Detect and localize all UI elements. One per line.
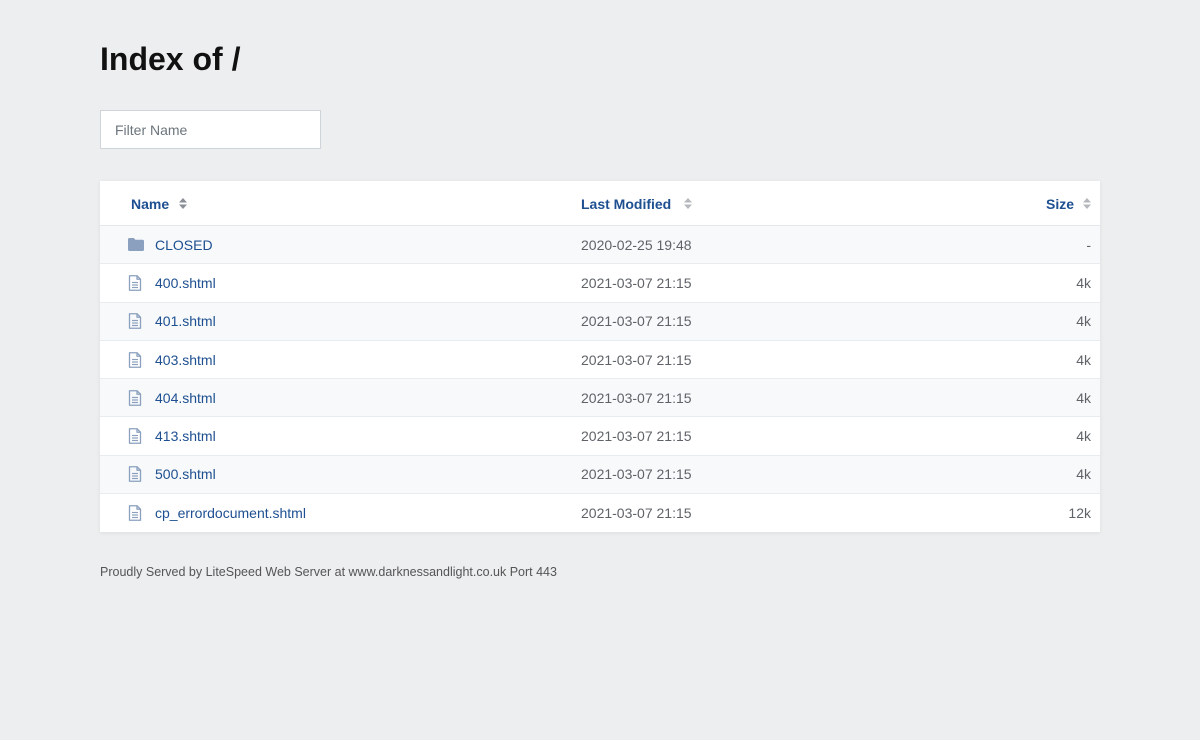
folder-icon	[128, 226, 144, 263]
last-modified-cell: 2021-03-07 21:15	[581, 389, 692, 406]
table-row: CLOSED 2020-02-25 19:48 -	[100, 226, 1100, 265]
table-body: CLOSED 2020-02-25 19:48 - 400.shtml 2021-03-…	[100, 226, 1100, 532]
file-link[interactable]: 413.shtml	[155, 417, 216, 454]
size-cell: 12k	[1068, 505, 1091, 522]
sort-by-modified-header[interactable]: Last Modified	[581, 181, 693, 226]
last-modified-cell: 2021-03-07 21:15	[581, 274, 692, 291]
table-row: 404.shtml 2021-03-07 21:15 4k	[100, 379, 1100, 418]
file-link[interactable]: 400.shtml	[155, 264, 216, 301]
sort-arrows-icon	[179, 198, 188, 209]
sort-arrows-icon	[1083, 198, 1091, 209]
file-link[interactable]: 403.shtml	[155, 341, 216, 378]
last-modified-cell: 2021-03-07 21:15	[581, 351, 692, 368]
size-header-label: Size	[1045, 195, 1074, 212]
folder-link[interactable]: CLOSED	[155, 226, 213, 263]
server-footer: Proudly Served by LiteSpeed Web Server a…	[100, 565, 557, 579]
last-modified-cell: 2021-03-07 21:15	[581, 313, 692, 330]
file-icon	[128, 379, 142, 416]
filter-name-input[interactable]	[100, 110, 321, 149]
file-link[interactable]: 500.shtml	[155, 456, 216, 493]
size-cell: 4k	[1076, 428, 1091, 445]
file-icon	[128, 264, 142, 301]
file-listing-table: Name Last Modified Size CLOSED 2020-02-25…	[100, 181, 1100, 533]
name-header-label: Name	[131, 195, 170, 212]
sort-by-name-header[interactable]: Name	[131, 181, 188, 226]
size-cell: 4k	[1076, 313, 1091, 330]
table-header: Name Last Modified Size	[100, 181, 1100, 226]
file-icon	[128, 417, 142, 454]
table-row: cp_errordocument.shtml 2021-03-07 21:15 12…	[100, 494, 1100, 532]
modified-header-label: Last Modified	[581, 195, 672, 212]
table-row: 403.shtml 2021-03-07 21:15 4k	[100, 341, 1100, 380]
file-icon	[128, 303, 142, 340]
table-row: 500.shtml 2021-03-07 21:15 4k	[100, 455, 1100, 495]
file-link[interactable]: 404.shtml	[155, 379, 216, 416]
size-cell: 4k	[1076, 389, 1091, 406]
last-modified-cell: 2021-03-07 21:15	[581, 428, 692, 445]
size-cell: -	[1086, 236, 1091, 253]
table-row: 413.shtml 2021-03-07 21:15 4k	[100, 417, 1100, 456]
page-title: Index of /	[100, 41, 241, 77]
size-cell: 4k	[1076, 466, 1091, 483]
table-row: 400.shtml 2021-03-07 21:15 4k	[100, 264, 1100, 303]
sort-arrows-icon	[684, 198, 693, 209]
last-modified-cell: 2021-03-07 21:15	[581, 505, 692, 522]
last-modified-cell: 2021-03-07 21:15	[581, 466, 692, 483]
file-link[interactable]: cp_errordocument.shtml	[155, 494, 306, 532]
last-modified-cell: 2020-02-25 19:48	[581, 236, 692, 253]
size-cell: 4k	[1076, 351, 1091, 368]
table-row: 401.shtml 2021-03-07 21:15 4k	[100, 302, 1100, 341]
file-icon	[128, 456, 142, 493]
sort-by-size-header[interactable]: Size	[1046, 181, 1091, 226]
file-link[interactable]: 401.shtml	[155, 303, 216, 340]
file-icon	[128, 494, 142, 532]
file-icon	[128, 341, 142, 378]
size-cell: 4k	[1076, 274, 1091, 291]
